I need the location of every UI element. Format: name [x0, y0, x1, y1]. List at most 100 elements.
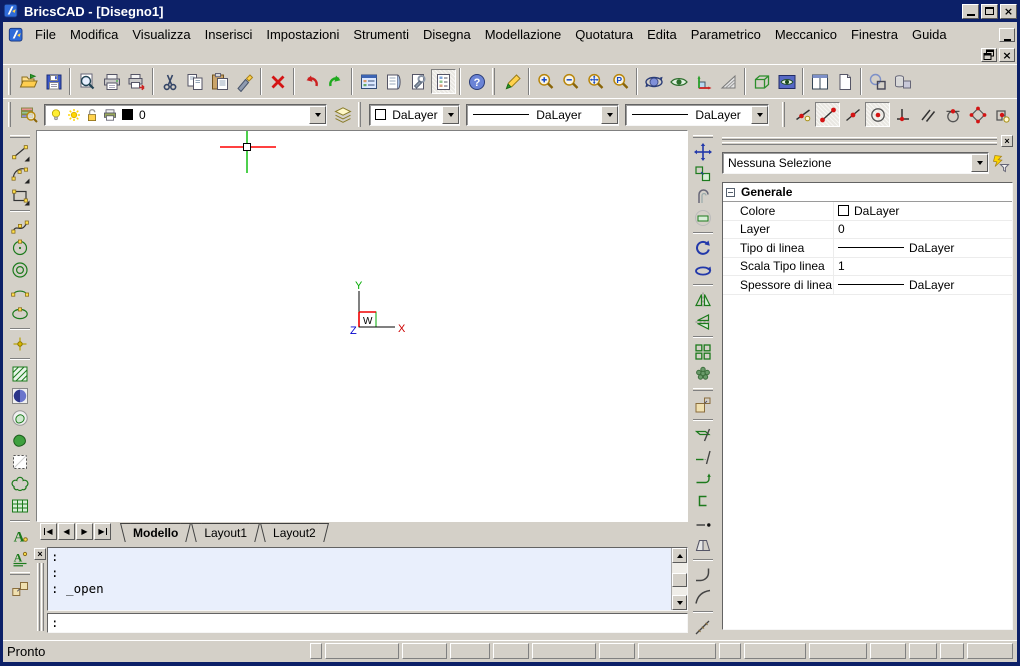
orbit-button[interactable] [641, 69, 666, 94]
properties-button[interactable] [431, 69, 456, 94]
selection-combo-dropdown-button[interactable] [971, 154, 988, 172]
layer-explorer-button[interactable] [16, 102, 41, 127]
menu-item-file[interactable]: File [28, 23, 63, 47]
printer-small-icon[interactable] [102, 107, 118, 123]
block-button[interactable] [8, 578, 32, 600]
menu-item-impostazioni[interactable]: Impostazioni [259, 23, 346, 47]
maximize-button[interactable] [981, 4, 998, 19]
mirror-3d-button[interactable] [691, 311, 715, 333]
next-tab-button[interactable]: ▶ [76, 523, 93, 540]
snap-endpoint-button[interactable] [815, 102, 840, 127]
undo-button[interactable] [298, 69, 323, 94]
property-value[interactable]: DaLayer [833, 239, 1012, 257]
property-row[interactable]: Tipo di lineaDaLayer [723, 239, 1012, 258]
color-combo-dropdown-button[interactable] [442, 106, 459, 124]
rotate-button[interactable] [691, 237, 715, 259]
drawing-explorer-button[interactable] [356, 69, 381, 94]
mdi-close-button[interactable]: × [999, 48, 1015, 62]
snap-quadrant-button[interactable] [965, 102, 990, 127]
snap-midpoint-button[interactable] [840, 102, 865, 127]
fillet-button[interactable] [691, 564, 715, 586]
properties-panel-close-button[interactable]: × [1001, 135, 1013, 147]
extend-button[interactable] [691, 446, 715, 468]
plot-button[interactable] [124, 69, 149, 94]
menu-item-disegna[interactable]: Disegna [416, 23, 478, 47]
tab-layout1[interactable]: Layout1 [196, 523, 255, 542]
sketch-button[interactable] [500, 69, 525, 94]
first-tab-button[interactable]: ◀ [40, 523, 57, 540]
menu-item-strumenti[interactable]: Strumenti [346, 23, 416, 47]
box-3d-button[interactable] [749, 69, 774, 94]
region-button[interactable] [8, 407, 32, 429]
array-3d-button[interactable] [691, 363, 715, 385]
sun-icon[interactable] [66, 107, 82, 123]
print-button[interactable] [99, 69, 124, 94]
scrollbar-up-button[interactable] [672, 548, 687, 563]
scrollbar-thumb[interactable] [672, 573, 687, 587]
property-group-header[interactable]: Generale [723, 183, 1012, 202]
linetype-combo[interactable]: DaLayer [466, 104, 619, 126]
perspective-button[interactable] [716, 69, 741, 94]
property-row[interactable]: Spessore di lineaDaLayer [723, 276, 1012, 295]
break-button[interactable] [691, 490, 715, 512]
menu-item-meccanico[interactable]: Meccanico [768, 23, 844, 47]
cut-button[interactable] [157, 69, 182, 94]
mtext-button[interactable]: A [8, 547, 32, 569]
snap-parallel-button[interactable] [915, 102, 940, 127]
scale-button[interactable] [691, 394, 715, 416]
tile-windows-button[interactable] [807, 69, 832, 94]
snap-tangent-button[interactable] [940, 102, 965, 127]
mdi-restore-button[interactable] [981, 48, 997, 62]
sheet-set-button[interactable] [381, 69, 406, 94]
mirror-button[interactable] [691, 289, 715, 311]
array-button[interactable] [691, 341, 715, 363]
text-button[interactable]: A [8, 525, 32, 547]
slice-button[interactable] [691, 534, 715, 556]
snap-perpendicular-button[interactable] [890, 102, 915, 127]
point-button[interactable] [8, 333, 32, 355]
look-button[interactable] [666, 69, 691, 94]
linetype-combo-dropdown-button[interactable] [601, 106, 618, 124]
open-button[interactable] [16, 69, 41, 94]
solids-button[interactable] [890, 69, 915, 94]
stretch-button[interactable] [691, 207, 715, 229]
snap-insertion-button[interactable] [990, 102, 1015, 127]
menu-item-inserisci[interactable]: Inserisci [198, 23, 260, 47]
spline-button[interactable] [8, 215, 32, 237]
redo-button[interactable] [323, 69, 348, 94]
save-button[interactable] [41, 69, 66, 94]
last-tab-button[interactable]: ▶ [94, 523, 111, 540]
property-value[interactable]: DaLayer [833, 202, 1012, 220]
entity-select-button[interactable] [865, 69, 890, 94]
command-dock-handle[interactable]: × [33, 547, 47, 633]
move-button[interactable] [691, 141, 715, 163]
lengthen-button[interactable] [691, 468, 715, 490]
tab-layout2[interactable]: Layout2 [265, 523, 324, 542]
toolbar-grip[interactable] [490, 66, 497, 97]
snap-nearest-button[interactable] [790, 102, 815, 127]
scrollbar-down-button[interactable] [672, 595, 687, 610]
toolbar-grip[interactable] [10, 572, 30, 575]
selection-combo[interactable]: Nessuna Selezione [722, 152, 989, 174]
menu-item-modellazione[interactable]: Modellazione [478, 23, 569, 47]
ellipse-arc-button[interactable] [8, 281, 32, 303]
menu-item-finestra[interactable]: Finestra [844, 23, 905, 47]
menu-item-parametrico[interactable]: Parametrico [684, 23, 768, 47]
wipeout-button[interactable] [8, 451, 32, 473]
property-value[interactable]: 0 [833, 221, 1012, 239]
paste-button[interactable] [207, 69, 232, 94]
trim-button[interactable] [691, 424, 715, 446]
zoom-previous-button[interactable]: P [608, 69, 633, 94]
property-value[interactable]: 1 [833, 258, 1012, 276]
property-row[interactable]: Layer0 [723, 221, 1012, 240]
rotate-3d-button[interactable] [691, 259, 715, 281]
ucs-icon-button[interactable] [691, 69, 716, 94]
print-preview-button[interactable] [74, 69, 99, 94]
property-value[interactable]: DaLayer [833, 276, 1012, 294]
toolbar-grip[interactable] [693, 388, 713, 391]
menu-item-edita[interactable]: Edita [640, 23, 684, 47]
new-view-button[interactable] [832, 69, 857, 94]
lineweight-combo-dropdown-button[interactable] [751, 106, 768, 124]
help-button[interactable]: ? [464, 69, 489, 94]
tab-modello[interactable]: Modello [125, 523, 186, 542]
